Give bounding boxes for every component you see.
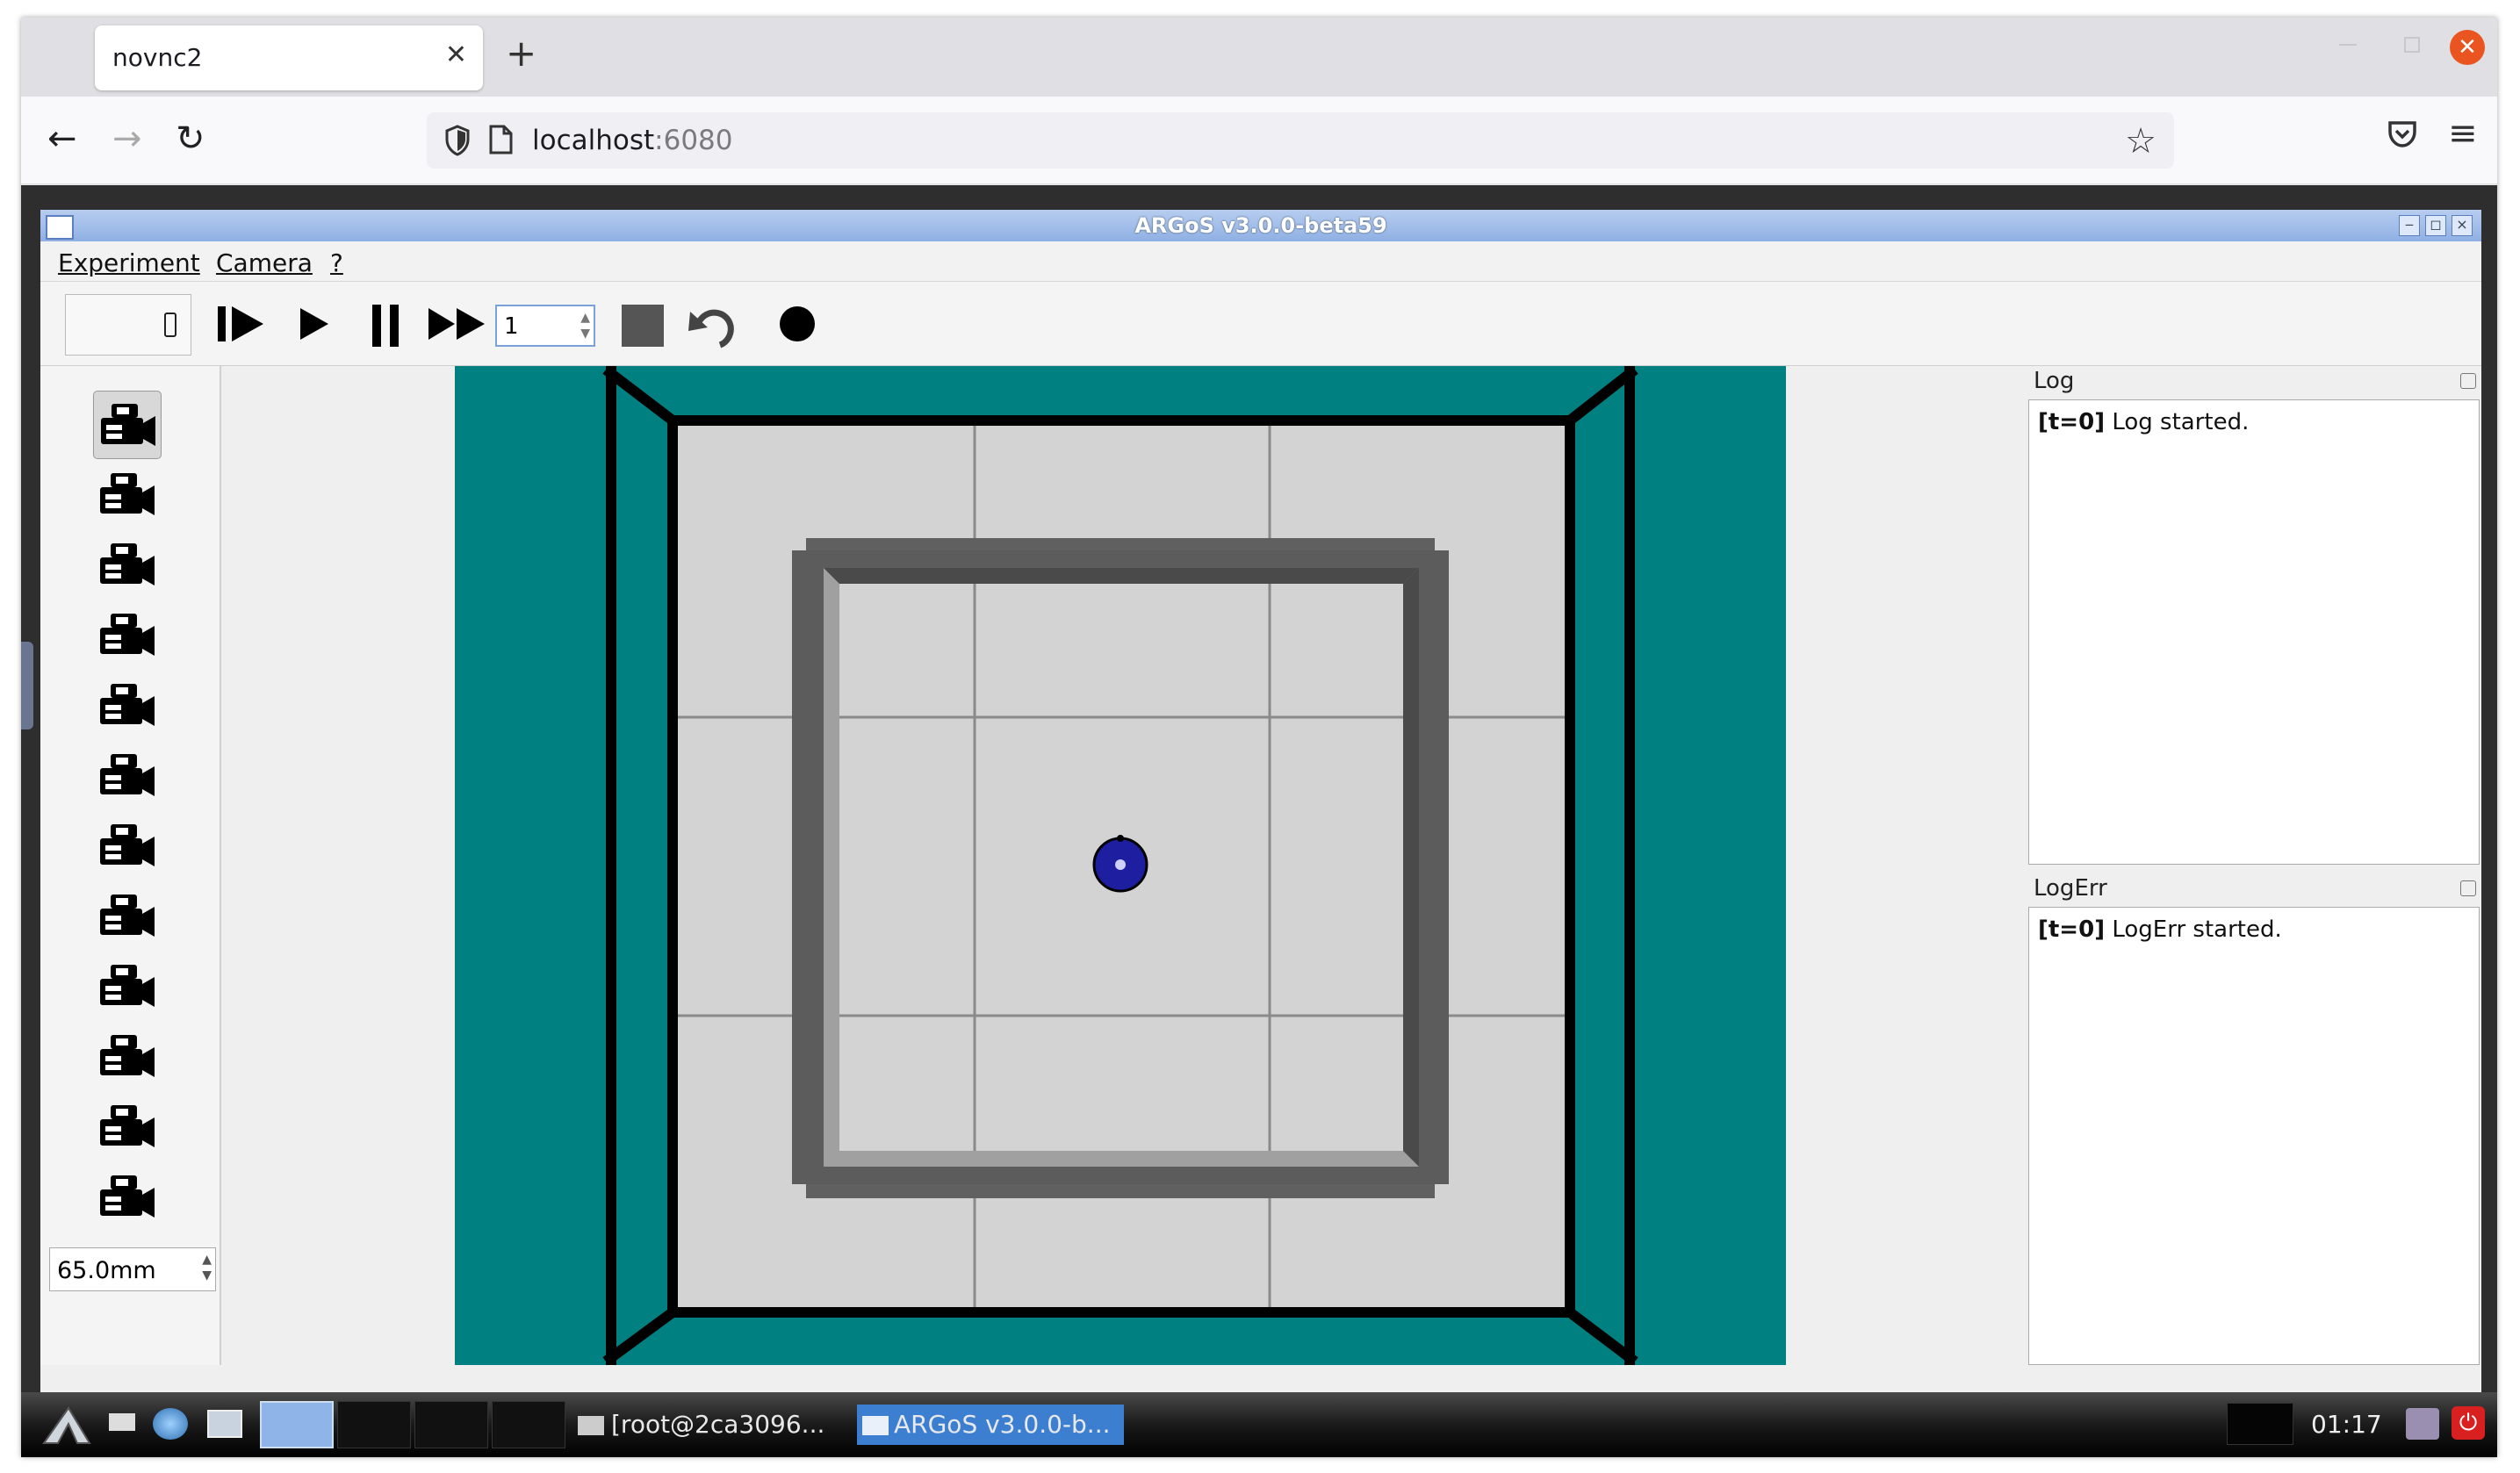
camera-2-icon[interactable] <box>93 461 160 528</box>
minimize-icon[interactable] <box>2339 44 2357 46</box>
log-float-icon[interactable] <box>2460 373 2476 389</box>
taskbar: [root@2ca3096... ARGoS v3.0.0-b... 01:17… <box>21 1392 2497 1457</box>
log-title: Log <box>2034 368 2075 394</box>
logerr-output[interactable]: [t=0] LogErr started. <box>2028 907 2480 1365</box>
logerr-entry: [t=0] LogErr started. <box>2038 916 2282 943</box>
zoom-spin-arrows-icon[interactable]: ▲ ▼ <box>202 1252 212 1283</box>
network-icon[interactable] <box>2406 1408 2439 1440</box>
page-icon <box>489 125 513 154</box>
tab-title: novnc2 <box>112 43 203 72</box>
logerr-title: LogErr <box>2034 875 2107 902</box>
zoom-spinbox[interactable]: 65.0mm ▲ ▼ <box>49 1247 216 1291</box>
novnc-sidebar-handle[interactable] <box>21 642 33 729</box>
argos-task-icon <box>862 1416 889 1435</box>
maximize-icon[interactable] <box>2404 37 2420 53</box>
browser-window: novnc2 ✕ + ✕ ← → ↻ localhost:6080 ☆ ≡ AR… <box>21 18 2497 1457</box>
forward-icon[interactable]: → <box>112 121 142 156</box>
log-entry: [t=0] Log started. <box>2038 409 2250 435</box>
camera-5-icon[interactable] <box>93 672 160 738</box>
reload-icon[interactable]: ↻ <box>176 121 205 156</box>
url-port: :6080 <box>654 125 733 156</box>
camera-1-icon[interactable] <box>93 391 162 459</box>
terminal-icon <box>578 1416 604 1435</box>
argos-maximize-icon[interactable]: ◻ <box>2425 215 2446 236</box>
log-output[interactable]: [t=0] Log started. <box>2028 399 2480 865</box>
camera-11-icon[interactable] <box>93 1093 160 1160</box>
play-icon[interactable] <box>297 303 332 345</box>
camera-12-icon[interactable] <box>93 1163 160 1230</box>
logerr-float-icon[interactable] <box>2460 880 2476 896</box>
workspace-4[interactable] <box>492 1401 565 1448</box>
camera-6-icon[interactable] <box>93 742 160 808</box>
fast-forward-icon[interactable] <box>427 303 486 345</box>
reset-icon[interactable] <box>688 303 738 348</box>
taskbar-terminal[interactable]: [root@2ca3096... <box>578 1405 850 1445</box>
log-panel: Log [t=0] Log started. LogErr [t=0] LogE… <box>2027 366 2481 1365</box>
stop-icon[interactable] <box>620 303 666 348</box>
argos-close-icon[interactable]: × <box>2452 215 2473 236</box>
url-text: localhost:6080 <box>532 125 733 156</box>
menu-experiment[interactable]: Experiment <box>58 248 200 277</box>
spin-arrows-icon[interactable]: ▲ ▼ <box>580 310 590 341</box>
steps-spinbox[interactable]: 1 ▲ ▼ <box>495 305 595 347</box>
camera-10-icon[interactable] <box>93 1023 160 1089</box>
file-manager-icon[interactable] <box>153 1408 188 1440</box>
menu-help[interactable]: ? <box>330 248 343 277</box>
camera-7-icon[interactable] <box>93 812 160 879</box>
remote-desktop: ARGoS v3.0.0-beta59 ‒ ◻ × Experiment Cam… <box>21 185 2497 1457</box>
workspace-3[interactable] <box>414 1401 488 1448</box>
argos-window-title: ARGoS v3.0.0-beta59 <box>1134 213 1387 238</box>
camera-9-icon[interactable] <box>93 952 160 1019</box>
url-bar[interactable]: localhost:6080 ☆ <box>427 112 2174 169</box>
arena-viewport[interactable] <box>455 365 1786 1366</box>
workspace-1[interactable] <box>260 1401 334 1448</box>
step-icon[interactable] <box>216 303 265 345</box>
start-menu-icon[interactable] <box>42 1405 91 1445</box>
menu-camera[interactable]: Camera <box>216 248 313 277</box>
taskbar-argos[interactable]: ARGoS v3.0.0-b... <box>857 1405 1124 1445</box>
argos-minimize-icon[interactable]: ‒ <box>2399 215 2420 236</box>
url-host: localhost <box>532 125 655 156</box>
browser-tab[interactable]: novnc2 ✕ <box>95 25 483 90</box>
tab-strip: novnc2 ✕ + ✕ <box>21 18 2497 97</box>
back-icon[interactable]: ← <box>47 121 77 156</box>
argos-window: ARGoS v3.0.0-beta59 ‒ ◻ × Experiment Cam… <box>40 210 2481 1421</box>
cpu-monitor-icon <box>2227 1403 2293 1445</box>
show-desktop-icon[interactable] <box>109 1413 135 1431</box>
step-counter-display <box>65 294 191 356</box>
shield-icon[interactable] <box>444 125 471 156</box>
clock[interactable]: 01:17 <box>2311 1405 2382 1445</box>
window-close-button[interactable]: ✕ <box>2450 30 2485 65</box>
hamburger-menu-icon[interactable]: ≡ <box>2448 116 2478 151</box>
zoom-value: 65.0mm <box>57 1257 156 1284</box>
power-icon[interactable]: ⏻ <box>2452 1406 2485 1440</box>
menu-bar: Experiment Camera ? <box>40 241 2481 282</box>
close-tab-icon[interactable]: ✕ <box>445 40 467 70</box>
steps-value: 1 <box>504 313 519 340</box>
pause-icon[interactable] <box>369 303 404 348</box>
camera-4-icon[interactable] <box>93 601 160 668</box>
new-tab-button[interactable]: + <box>506 35 536 72</box>
camera-3-icon[interactable] <box>93 531 160 598</box>
arena-scene <box>602 365 1638 1366</box>
window-switcher-icon[interactable] <box>207 1410 242 1438</box>
record-icon[interactable] <box>778 303 817 345</box>
workspace-2[interactable] <box>337 1401 411 1448</box>
camera-8-icon[interactable] <box>93 882 160 949</box>
toolbar: 1 ▲ ▼ <box>40 282 2481 366</box>
navigation-bar: ← → ↻ localhost:6080 ☆ ≡ <box>21 97 2497 184</box>
argos-titlebar[interactable]: ARGoS v3.0.0-beta59 ‒ ◻ × <box>40 210 2481 241</box>
bookmark-star-icon[interactable]: ☆ <box>2125 121 2156 162</box>
camera-panel: 65.0mm ▲ ▼ <box>40 366 221 1365</box>
pocket-icon[interactable] <box>2385 116 2420 151</box>
